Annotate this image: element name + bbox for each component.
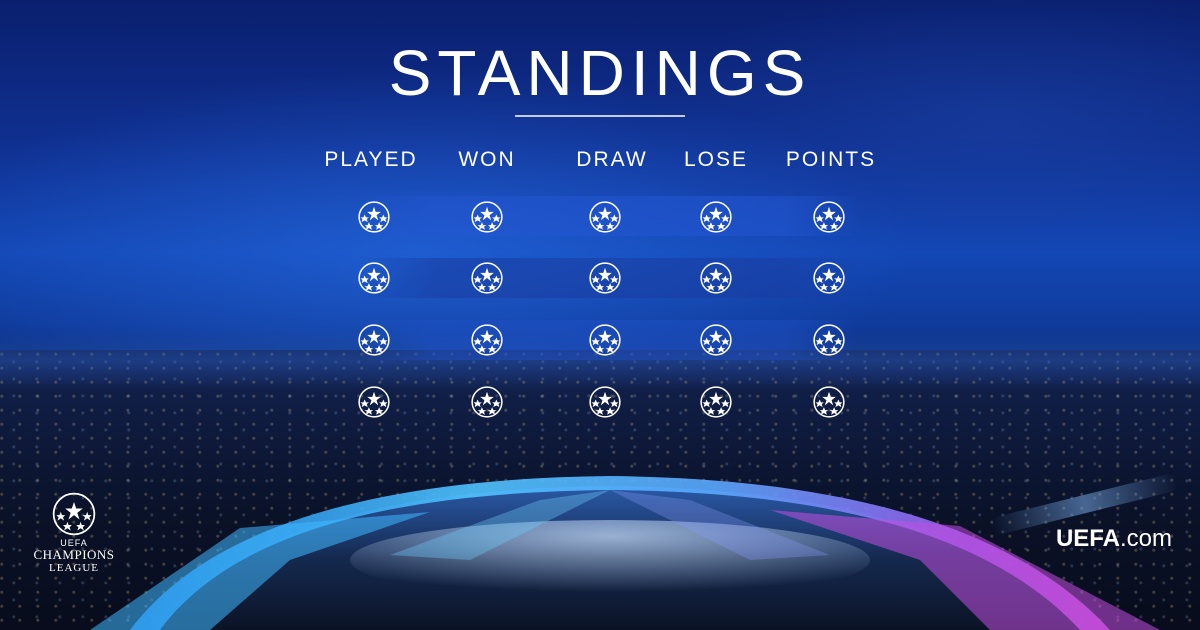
uefa-com-wordmark: UEFA.com xyxy=(1056,525,1172,553)
logo-champions-text: CHAMPIONS xyxy=(33,547,115,562)
starball-icon xyxy=(52,492,96,536)
logo-league-text: LEAGUE xyxy=(49,562,99,574)
uefa-champions-league-logo: UEFA CHAMPIONS LEAGUE xyxy=(22,492,126,592)
uefa-wordmark-bold: UEFA xyxy=(1055,525,1120,552)
uefa-wordmark-domain: .com xyxy=(1119,525,1172,552)
standings-graphic: STANDINGS PLAYED WON DRAW LOSE POINTS UE… xyxy=(0,0,1200,630)
stadium-starball-arena xyxy=(90,476,1160,630)
